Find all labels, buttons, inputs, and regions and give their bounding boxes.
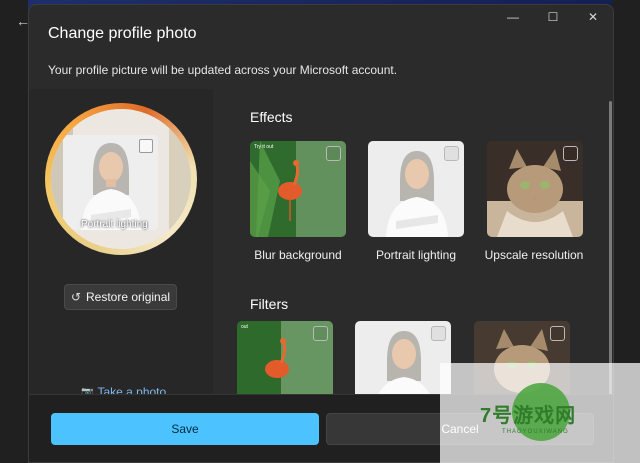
preview-checkbox [139, 139, 153, 153]
minimize-button[interactable]: — [493, 5, 533, 29]
effect-tile-blur-background[interactable]: Try it out [250, 141, 346, 237]
restore-icon: ↺ [70, 290, 81, 304]
effects-heading: Effects [250, 109, 293, 125]
filter-checkbox-1[interactable] [313, 326, 328, 341]
restore-original-label: Restore original [86, 290, 171, 304]
filter-checkbox-2[interactable] [431, 326, 446, 341]
filter-tile-3[interactable] [474, 321, 570, 394]
effect-checkbox-portrait[interactable] [444, 146, 459, 161]
profile-preview-photo: Portrait lighting [51, 109, 191, 249]
effect-checkbox-blur[interactable] [326, 146, 341, 161]
filters-heading: Filters [250, 296, 289, 312]
dialog-title: Change profile photo [48, 25, 197, 42]
effect-label-upscale-resolution: Upscale resolution [484, 248, 584, 262]
profile-preview: Portrait lighting [45, 103, 197, 255]
effect-checkbox-upscale[interactable] [563, 146, 578, 161]
effects-pane: Effects Try it out Blur background Portr… [213, 89, 613, 394]
preview-pane: Portrait lighting ↺ Restore original 📷 T… [29, 89, 213, 399]
window-controls: — ☐ ✕ [493, 5, 613, 29]
cancel-button[interactable]: Cancel [326, 413, 594, 445]
filter-checkbox-3[interactable] [550, 326, 565, 341]
close-button[interactable]: ✕ [573, 5, 613, 29]
effect-label-blur-background: Blur background [254, 248, 342, 262]
restore-original-button[interactable]: ↺ Restore original [64, 284, 177, 310]
background-left-strip [0, 0, 28, 463]
effect-tile-portrait-lighting[interactable] [368, 141, 464, 237]
effects-scrollbar[interactable] [609, 101, 612, 394]
maximize-button[interactable]: ☐ [533, 5, 573, 29]
back-arrow-icon[interactable]: ← [16, 12, 30, 30]
try-it-out-badge: Try it out [254, 144, 274, 150]
filter-badge: out [241, 324, 248, 330]
effect-label-portrait-lighting: Portrait lighting [375, 248, 457, 262]
preview-portrait-card [63, 135, 158, 230]
dialog-footer: Save Cancel [29, 394, 613, 462]
background-right-strip [612, 0, 640, 463]
filter-tile-1[interactable]: out [237, 321, 333, 394]
change-profile-photo-dialog: — ☐ ✕ Change profile photo Your profile … [28, 4, 614, 463]
save-button[interactable]: Save [51, 413, 319, 445]
preview-effect-caption: Portrait lighting [81, 219, 148, 230]
dialog-subtitle: Your profile picture will be updated acr… [48, 63, 398, 77]
filter-tile-2[interactable] [355, 321, 451, 394]
effect-tile-upscale-resolution[interactable] [487, 141, 583, 237]
